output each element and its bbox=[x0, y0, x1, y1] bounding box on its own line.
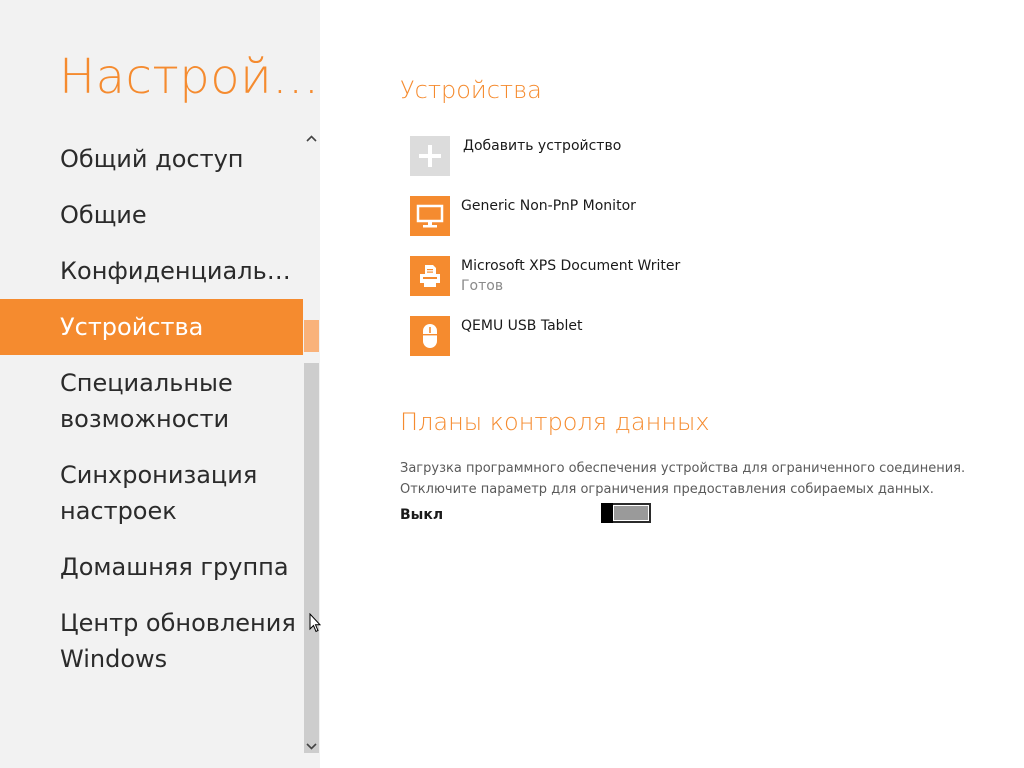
sidebar-item-general[interactable]: Общие bbox=[0, 187, 304, 243]
plus-icon bbox=[419, 145, 441, 167]
metered-download-toggle[interactable] bbox=[601, 503, 651, 523]
sidebar-item-privacy[interactable]: Конфиденциальнос... bbox=[0, 243, 304, 299]
device-tile bbox=[410, 196, 450, 236]
sidebar-item-sync-settings[interactable]: Синхронизация настроек bbox=[0, 447, 304, 539]
monitor-icon bbox=[416, 204, 444, 228]
sidebar-item-ease-of-access[interactable]: Специальные возможности bbox=[0, 355, 304, 447]
page-title: Настрой... bbox=[59, 49, 320, 105]
metered-section-title: Планы контроля данных bbox=[400, 408, 710, 436]
device-name: Добавить устройство bbox=[463, 138, 622, 154]
toggle-state-label: Выкл bbox=[400, 507, 444, 523]
mouse-pointer-icon bbox=[309, 613, 321, 633]
scrollbar-highlight bbox=[304, 320, 319, 352]
device-name: Microsoft XPS Document Writer bbox=[461, 258, 681, 274]
sidebar-item-homegroup[interactable]: Домашняя группа bbox=[0, 539, 304, 595]
printer-icon bbox=[420, 265, 440, 287]
device-tile bbox=[410, 316, 450, 356]
scroll-up-arrow[interactable] bbox=[303, 128, 320, 148]
toggle-knob[interactable] bbox=[601, 503, 613, 523]
device-item-usb-tablet[interactable]: QEMU USB Tablet bbox=[410, 316, 970, 356]
chevron-up-icon bbox=[306, 134, 317, 142]
chevron-down-icon bbox=[306, 742, 317, 750]
add-device-button[interactable]: Добавить устройство bbox=[410, 136, 970, 176]
sidebar-item-windows-update[interactable]: Центр обновления Windows bbox=[0, 595, 304, 687]
sidebar: Настрой... Общий доступ Общие Конфиденци… bbox=[0, 0, 321, 768]
sidebar-item-sharing[interactable]: Общий доступ bbox=[0, 131, 304, 187]
toggle-track-fill bbox=[614, 506, 648, 520]
description-line: Отключите параметр для ограничения предо… bbox=[400, 482, 934, 497]
mouse-icon bbox=[423, 324, 437, 348]
device-item-monitor[interactable]: Generic Non-PnP Monitor bbox=[410, 196, 970, 236]
scrollbar-thumb[interactable] bbox=[304, 363, 319, 753]
device-name: Generic Non-PnP Monitor bbox=[461, 198, 636, 214]
device-name: QEMU USB Tablet bbox=[461, 318, 583, 334]
pc-settings-window: Настрой... Общий доступ Общие Конфиденци… bbox=[0, 0, 1024, 768]
sidebar-item-devices[interactable]: Устройства bbox=[0, 299, 304, 355]
add-device-tile bbox=[410, 136, 450, 176]
sidebar-nav: Общий доступ Общие Конфиденциальнос... У… bbox=[0, 131, 304, 687]
scroll-down-arrow[interactable] bbox=[303, 736, 320, 756]
devices-section-title: Устройства bbox=[400, 76, 542, 104]
device-item-xps-writer[interactable]: Microsoft XPS Document Writer Готов bbox=[410, 256, 970, 296]
sidebar-scrollbar[interactable] bbox=[303, 128, 320, 768]
main-content: Устройства Добавить устройство Generic N… bbox=[400, 0, 1000, 768]
device-tile bbox=[410, 256, 450, 296]
device-status: Готов bbox=[461, 278, 504, 294]
scrollbar-track[interactable] bbox=[303, 148, 320, 753]
description-line: Загрузка программного обеспечения устрой… bbox=[400, 461, 966, 476]
metered-description: Загрузка программного обеспечения устрой… bbox=[400, 458, 1000, 500]
